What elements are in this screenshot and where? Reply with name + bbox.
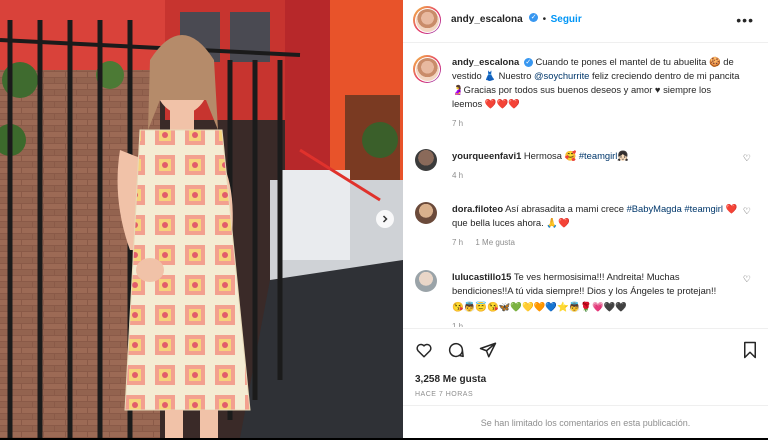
like-comment-heart-icon[interactable]: ♡ bbox=[743, 206, 751, 217]
comments-limited-notice: Se han limitado los comentarios en esta … bbox=[403, 405, 768, 440]
post-modal: andy_escalona ✓ • Seguir ••• andy_escalo… bbox=[0, 0, 768, 438]
author-username[interactable]: andy_escalona bbox=[451, 14, 523, 25]
chevron-right-icon bbox=[382, 215, 388, 223]
post-details: andy_escalona ✓ • Seguir ••• andy_escalo… bbox=[403, 0, 768, 438]
hashtag-link[interactable]: #teamgirl bbox=[684, 203, 723, 214]
like-heart-icon[interactable] bbox=[415, 341, 433, 364]
more-options-icon[interactable]: ••• bbox=[736, 12, 754, 28]
post-media[interactable] bbox=[0, 0, 403, 438]
comments-list[interactable]: andy_escalona ✓ Cuando te pones el mante… bbox=[403, 43, 768, 327]
next-photo-button[interactable] bbox=[376, 210, 394, 228]
author-avatar[interactable] bbox=[413, 6, 441, 34]
post-photo bbox=[0, 0, 403, 438]
post-actions: 3,258 Me gusta HACE 7 HORAS Se han limit… bbox=[403, 328, 768, 439]
action-icons bbox=[415, 341, 497, 364]
commenter-avatar[interactable] bbox=[415, 270, 437, 292]
comment-text: yourqueenfavi1 Hermosa 🥰 #teamgirl👧🏻 4 h bbox=[452, 149, 742, 183]
verified-icon: ✓ bbox=[529, 13, 539, 23]
comment-text: lulucastillo15 Te ves hermosisima!!! And… bbox=[452, 270, 742, 327]
post-timestamp: HACE 7 HORAS bbox=[415, 391, 474, 398]
comment-meta: 1 h bbox=[452, 320, 742, 327]
separator-dot: • bbox=[542, 14, 547, 25]
comment-likes[interactable]: 1 Me gusta bbox=[475, 238, 515, 247]
commenter-username[interactable]: lulucastillo15 bbox=[452, 271, 511, 282]
hearts-emoji: ❤️❤️❤️ bbox=[484, 98, 520, 109]
follow-button[interactable]: Seguir bbox=[551, 14, 582, 25]
comment-time: 4 h bbox=[452, 171, 464, 180]
caption-time: 7 h bbox=[452, 119, 464, 128]
hashtag-link[interactable]: #BabyMagda bbox=[627, 203, 682, 214]
share-paper-plane-icon[interactable] bbox=[479, 341, 497, 364]
commenter-avatar[interactable] bbox=[415, 202, 437, 224]
bookmark-icon[interactable] bbox=[742, 341, 758, 364]
comment-time: 7 h bbox=[452, 238, 464, 247]
hashtag-link[interactable]: #teamgirl bbox=[579, 150, 618, 161]
comment-text: dora.filoteo Así abrasadita a mami crece… bbox=[452, 202, 742, 250]
commenter-avatar[interactable] bbox=[415, 149, 437, 171]
comment-emojis: 😘👼😇😘🦋💚💛🧡💙⭐👼🌹💗🖤🖤 bbox=[452, 301, 628, 312]
caption-username[interactable]: andy_escalona bbox=[452, 56, 519, 67]
comment-meta: 7 h 1 Me gusta bbox=[452, 236, 742, 250]
comment-meta: 4 h bbox=[452, 169, 742, 183]
commenter-username[interactable]: yourqueenfavi1 bbox=[452, 150, 521, 161]
caption-text: andy_escalona ✓ Cuando te pones el mante… bbox=[452, 55, 742, 131]
mention-link[interactable]: @soychurrite bbox=[534, 70, 589, 81]
caption-avatar[interactable] bbox=[413, 55, 441, 83]
like-comment-heart-icon[interactable]: ♡ bbox=[743, 274, 751, 285]
likes-count[interactable]: 3,258 Me gusta bbox=[415, 374, 486, 385]
post-header: andy_escalona ✓ • Seguir ••• bbox=[403, 0, 768, 43]
comment-time: 1 h bbox=[452, 322, 464, 327]
caption-meta: 7 h bbox=[452, 117, 742, 131]
verified-icon: ✓ bbox=[523, 58, 533, 68]
commenter-username[interactable]: dora.filoteo bbox=[452, 203, 503, 214]
author-line: andy_escalona ✓ • Seguir bbox=[451, 9, 582, 27]
like-comment-heart-icon[interactable]: ♡ bbox=[743, 153, 751, 164]
comment-bubble-icon[interactable] bbox=[447, 341, 465, 364]
